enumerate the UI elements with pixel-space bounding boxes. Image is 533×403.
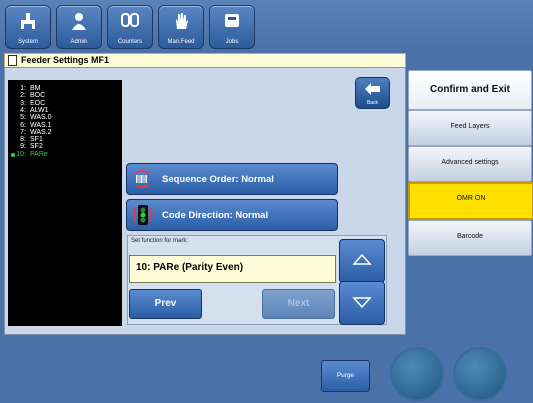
prev-button[interactable]: Prev: [129, 289, 202, 319]
list-item-label: ALW1: [30, 106, 49, 114]
feed-layers-label: Feed Layers: [450, 123, 490, 130]
document-icon: [8, 55, 17, 66]
man-feed-button[interactable]: Man.Feed: [158, 5, 204, 49]
purge-button[interactable]: Purge: [321, 360, 370, 392]
confirm-exit-button[interactable]: Confirm and Exit: [408, 70, 532, 110]
list-item-number: 9:: [20, 143, 26, 151]
list-item[interactable]: 6: WAS.1: [12, 121, 52, 129]
admin-button[interactable]: Admin: [56, 5, 102, 49]
next-label: Next: [287, 298, 310, 309]
list-item-label: PARe: [30, 150, 48, 158]
list-item[interactable]: 1: BM: [12, 85, 41, 92]
hand-icon: [176, 13, 188, 29]
jobs-label: Jobs: [225, 39, 239, 45]
list-item[interactable]: 2: BOC: [12, 92, 45, 99]
system-label: System: [17, 39, 38, 45]
list-item-number: 8:: [20, 136, 26, 144]
round-button-right[interactable]: [453, 347, 507, 401]
omr-on-button[interactable]: OMR ON: [408, 182, 533, 220]
code-direction-label: Code Direction: Normal: [162, 210, 269, 221]
omr-on-label: OMR ON: [456, 195, 486, 202]
traffic-light-icon: [134, 205, 152, 225]
page-title: Feeder Settings MF1: [21, 55, 110, 65]
list-item-number: 1:: [20, 85, 26, 92]
feed-layers-button[interactable]: Feed Layers: [408, 110, 532, 146]
back-label: Back: [366, 100, 379, 106]
list-item-label: SF2: [30, 143, 43, 151]
list-item[interactable]: 3: EOC: [12, 100, 45, 107]
list-item[interactable]: 5: WAS.0: [12, 114, 52, 122]
list-item-label: WAS.0: [30, 114, 52, 122]
function-value-text: 10: PARe (Parity Even): [136, 262, 244, 273]
scroll-down-button[interactable]: [339, 281, 385, 325]
admin-label: Admin: [70, 39, 88, 45]
list-item[interactable]: 7: WAS.2: [12, 128, 52, 136]
prev-label: Prev: [154, 298, 177, 309]
jobs-button[interactable]: Jobs: [209, 5, 255, 49]
set-function-label: Set function for mark:: [131, 238, 189, 244]
mark-list[interactable]: 1: BM 2: BOC 3: EOC 4: ALW1 5: WAS.0 6: WAS.1 7: WAS.…: [8, 80, 122, 326]
counters-button[interactable]: Counters: [107, 5, 153, 49]
advanced-settings-label: Advanced settings: [441, 159, 499, 166]
man-feed-label: Man.Feed: [167, 39, 195, 45]
selected-indicator-icon: [11, 152, 15, 157]
back-button[interactable]: Back: [355, 77, 390, 109]
list-item-label: WAS.2: [30, 128, 52, 136]
round-button-left[interactable]: [390, 347, 444, 401]
list-item-number: 7:: [20, 128, 26, 136]
barcode-button[interactable]: Barcode: [408, 220, 532, 256]
sequence-barcode-icon: [134, 170, 150, 188]
sequence-order-button[interactable]: Sequence Order: Normal: [126, 163, 338, 195]
list-item-label: EOC: [30, 99, 46, 107]
next-button[interactable]: Next: [262, 289, 335, 319]
list-item-label: SF1: [30, 136, 43, 144]
list-item[interactable]: 10: PARe: [11, 150, 48, 158]
code-direction-button[interactable]: Code Direction: Normal: [126, 199, 338, 231]
admin-person-icon: [72, 13, 86, 30]
purge-label: Purge: [336, 372, 355, 379]
list-item[interactable]: 8: SF1: [12, 136, 43, 143]
system-button[interactable]: System: [5, 5, 51, 49]
list-item-number: 4:: [20, 106, 26, 114]
list-item-label: BM: [30, 85, 41, 92]
list-item-label: BOC: [30, 92, 46, 100]
list-item-number: 5:: [20, 114, 26, 122]
triangle-down-icon: [352, 297, 372, 309]
triangle-up-icon: [352, 253, 372, 265]
list-item-number: 2:: [20, 92, 26, 100]
list-item-number: 3:: [20, 99, 26, 107]
jobs-icon: [225, 14, 239, 27]
sequence-order-label: Sequence Order: Normal: [162, 174, 274, 185]
list-item[interactable]: 4: ALW1: [12, 106, 49, 114]
counters-icon: [121, 13, 139, 27]
list-item[interactable]: 9: SF2: [12, 143, 43, 150]
system-icon: [21, 13, 35, 29]
barcode-label: Barcode: [456, 233, 484, 240]
back-arrow-icon: [365, 83, 380, 95]
confirm-exit-label: Confirm and Exit: [429, 84, 510, 95]
list-item-number: 6:: [20, 121, 26, 129]
list-item-label: WAS.1: [30, 121, 52, 129]
advanced-settings-button[interactable]: Advanced settings: [408, 146, 532, 182]
scroll-up-button[interactable]: [339, 239, 385, 283]
counters-label: Counters: [117, 39, 143, 45]
function-value-field[interactable]: 10: PARe (Parity Even): [129, 255, 336, 283]
page-header: Feeder Settings MF1: [4, 53, 406, 68]
